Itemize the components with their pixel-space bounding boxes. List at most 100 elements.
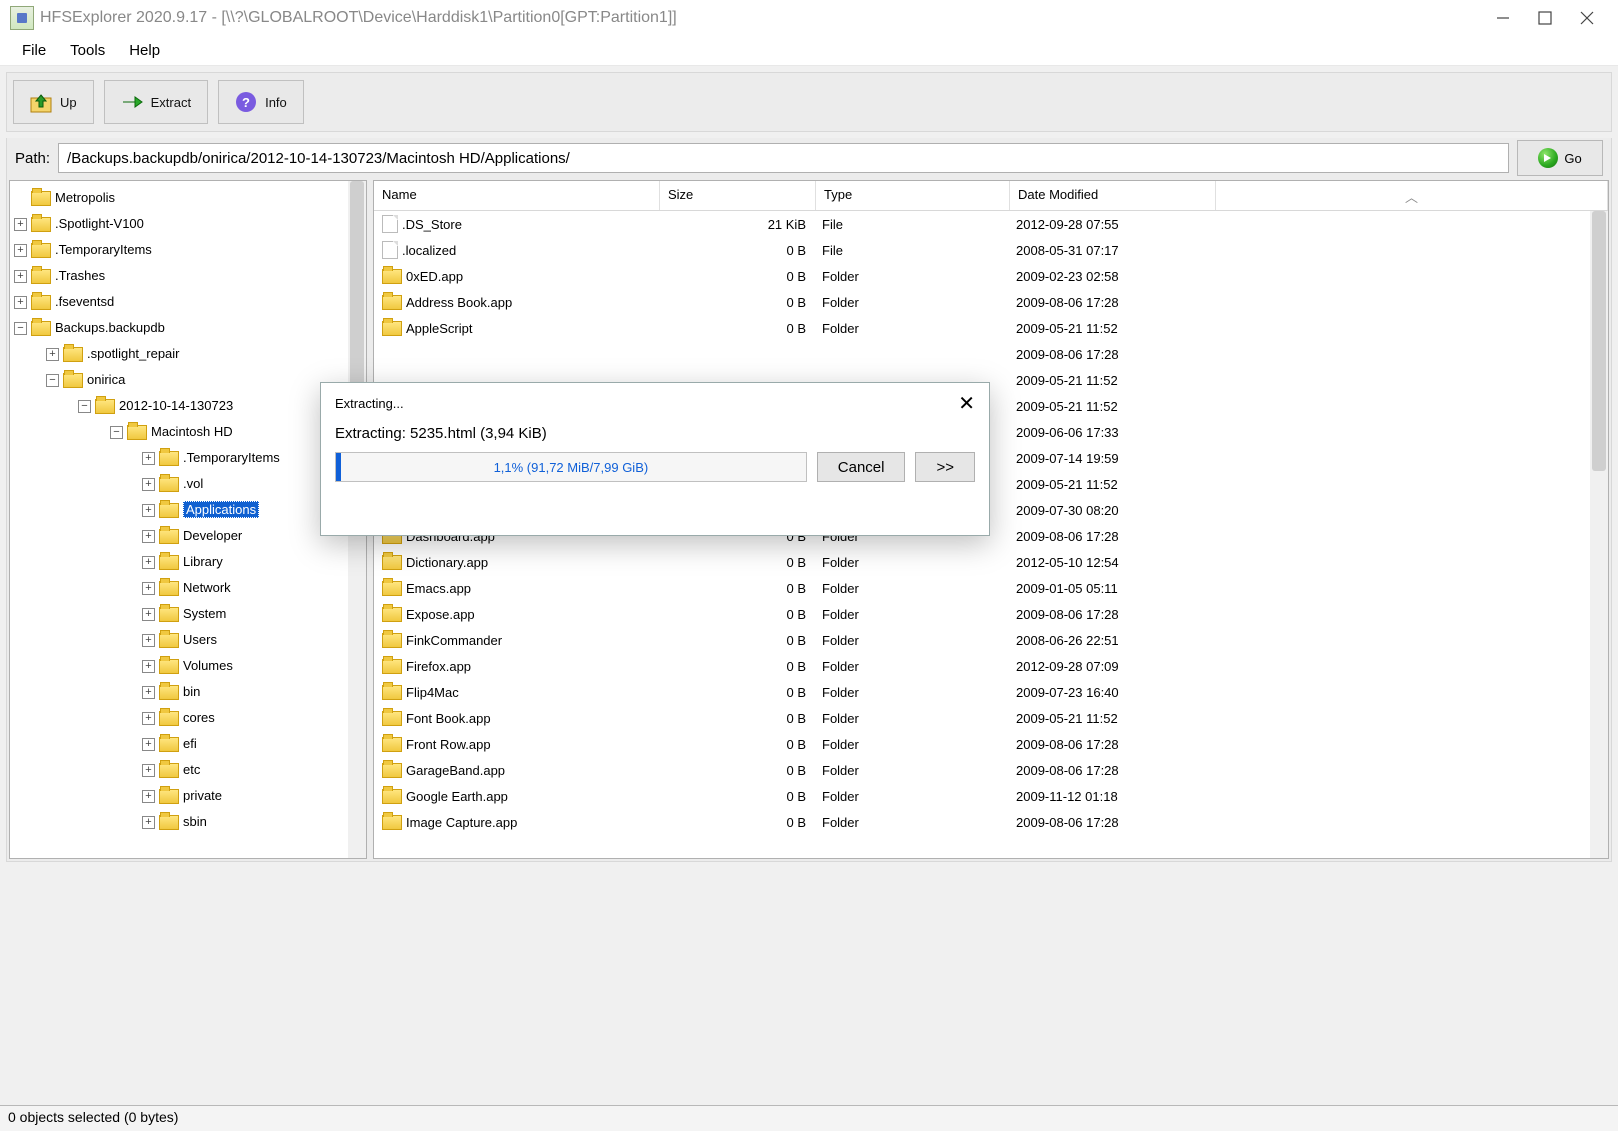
col-size[interactable]: Size [660, 181, 816, 210]
expand-toggle[interactable]: + [142, 608, 155, 621]
tree-node[interactable]: +.Spotlight-V100 [14, 211, 366, 237]
file-row[interactable]: Front Row.app 0 B Folder 2009-08-06 17:2… [374, 731, 1608, 757]
file-row[interactable]: Google Earth.app 0 B Folder 2009-11-12 0… [374, 783, 1608, 809]
file-row[interactable]: Font Book.app 0 B Folder 2009-05-21 11:5… [374, 705, 1608, 731]
expand-toggle[interactable]: + [142, 790, 155, 803]
tree-node[interactable]: −Backups.backupdb [14, 315, 366, 341]
expand-toggle[interactable]: − [14, 322, 27, 335]
expand-toggle[interactable]: + [142, 530, 155, 543]
dialog-close-button[interactable]: ✕ [958, 391, 975, 416]
tree-node[interactable]: +Library [14, 549, 366, 575]
folder-icon [382, 763, 402, 778]
tree-node[interactable]: +.fseventsd [14, 289, 366, 315]
folder-icon [159, 607, 179, 622]
tree-node[interactable]: +.TemporaryItems [14, 237, 366, 263]
menu-file[interactable]: File [10, 38, 58, 63]
file-row[interactable]: Image Capture.app 0 B Folder 2009-08-06 … [374, 809, 1608, 835]
up-button[interactable]: Up [13, 80, 94, 124]
expand-toggle[interactable]: + [142, 712, 155, 725]
file-row[interactable]: Firefox.app 0 B Folder 2012-09-28 07:09 [374, 653, 1608, 679]
path-input[interactable] [58, 143, 1509, 173]
extract-icon [121, 91, 143, 113]
file-row[interactable]: Flip4Mac 0 B Folder 2009-07-23 16:40 [374, 679, 1608, 705]
expand-toggle[interactable]: + [142, 504, 155, 517]
go-button[interactable]: Go [1517, 140, 1603, 176]
expand-toggle[interactable]: + [142, 738, 155, 751]
tree-node[interactable]: −2012-10-14-130723 [14, 393, 366, 419]
file-row[interactable]: 2009-08-06 17:28 [374, 341, 1608, 367]
file-row[interactable]: .localized 0 B File 2008-05-31 07:17 [374, 237, 1608, 263]
file-scrollbar[interactable] [1590, 211, 1608, 858]
file-row[interactable]: Address Book.app 0 B Folder 2009-08-06 1… [374, 289, 1608, 315]
expand-toggle[interactable]: + [142, 452, 155, 465]
folder-icon [159, 815, 179, 830]
file-size: 0 B [660, 269, 816, 284]
maximize-button[interactable] [1538, 11, 1552, 25]
expand-toggle[interactable]: + [14, 296, 27, 309]
tree-node[interactable]: +private [14, 783, 366, 809]
file-row[interactable]: GarageBand.app 0 B Folder 2009-08-06 17:… [374, 757, 1608, 783]
tree-node[interactable]: +.vol [14, 471, 366, 497]
tree-node[interactable]: +bin [14, 679, 366, 705]
expand-toggle[interactable]: + [46, 348, 59, 361]
expand-toggle[interactable]: − [78, 400, 91, 413]
tree-node[interactable]: +.TemporaryItems [14, 445, 366, 471]
tree-node[interactable]: +Volumes [14, 653, 366, 679]
expand-toggle[interactable]: + [14, 244, 27, 257]
col-date[interactable]: Date Modified [1010, 181, 1216, 210]
expand-toggle[interactable]: + [142, 556, 155, 569]
expand-toggle[interactable]: − [110, 426, 123, 439]
tree-node[interactable]: + Network [14, 575, 366, 601]
file-row[interactable]: AppleScript 0 B Folder 2009-05-21 11:52 [374, 315, 1608, 341]
expand-toggle[interactable]: + [142, 478, 155, 491]
extract-button[interactable]: Extract [104, 80, 208, 124]
file-row[interactable]: 0xED.app 0 B Folder 2009-02-23 02:58 [374, 263, 1608, 289]
col-sort[interactable]: ︿ [1216, 181, 1608, 210]
expand-toggle[interactable]: + [142, 660, 155, 673]
file-row[interactable]: FinkCommander 0 B Folder 2008-06-26 22:5… [374, 627, 1608, 653]
tree-node[interactable]: +System [14, 601, 366, 627]
tree-node[interactable]: +Applications [14, 497, 366, 523]
expand-toggle[interactable]: + [142, 764, 155, 777]
expand-toggle[interactable]: + [142, 582, 155, 595]
col-name[interactable]: Name [374, 181, 660, 210]
file-row[interactable]: .DS_Store 21 KiB File 2012-09-28 07:55 [374, 211, 1608, 237]
file-date: 2009-01-05 05:11 [1010, 581, 1216, 596]
tree-node[interactable]: +.Trashes [14, 263, 366, 289]
tree-node[interactable]: +etc [14, 757, 366, 783]
expand-toggle[interactable]: + [142, 634, 155, 647]
tree-node[interactable]: +Developer [14, 523, 366, 549]
info-button[interactable]: ? Info [218, 80, 304, 124]
expand-toggle[interactable]: + [142, 816, 155, 829]
minimize-button[interactable] [1496, 11, 1510, 25]
file-name: Front Row.app [406, 737, 491, 752]
tree-pane[interactable]: Metropolis+.Spotlight-V100+.TemporaryIte… [9, 180, 367, 859]
folder-icon [159, 737, 179, 752]
menu-help[interactable]: Help [117, 38, 172, 63]
tree-node[interactable]: +sbin [14, 809, 366, 835]
tree-node[interactable]: +.spotlight_repair [14, 341, 366, 367]
file-row[interactable]: Emacs.app 0 B Folder 2009-01-05 05:11 [374, 575, 1608, 601]
tree-node[interactable]: −Macintosh HD [14, 419, 366, 445]
menu-tools[interactable]: Tools [58, 38, 117, 63]
file-size: 0 B [660, 763, 816, 778]
file-date: 2009-05-21 11:52 [1010, 477, 1216, 492]
expand-toggle[interactable]: − [46, 374, 59, 387]
expand-toggle[interactable]: + [14, 218, 27, 231]
tree-node[interactable]: +Users [14, 627, 366, 653]
cancel-button[interactable]: Cancel [817, 452, 906, 482]
tree-node[interactable]: Metropolis [14, 185, 366, 211]
tree-node[interactable]: − onirica [14, 367, 366, 393]
col-type[interactable]: Type [816, 181, 1010, 210]
expand-toggle[interactable]: + [142, 686, 155, 699]
tree-node[interactable]: +cores [14, 705, 366, 731]
file-row[interactable]: Expose.app 0 B Folder 2009-08-06 17:28 [374, 601, 1608, 627]
tree-label: Network [183, 575, 231, 601]
file-row[interactable]: Dictionary.app 0 B Folder 2012-05-10 12:… [374, 549, 1608, 575]
tree-label: onirica [87, 367, 125, 393]
tree-node[interactable]: +efi [14, 731, 366, 757]
close-button[interactable] [1580, 11, 1594, 25]
more-button[interactable]: >> [915, 452, 975, 482]
expand-toggle[interactable]: + [14, 270, 27, 283]
folder-icon [159, 503, 179, 518]
